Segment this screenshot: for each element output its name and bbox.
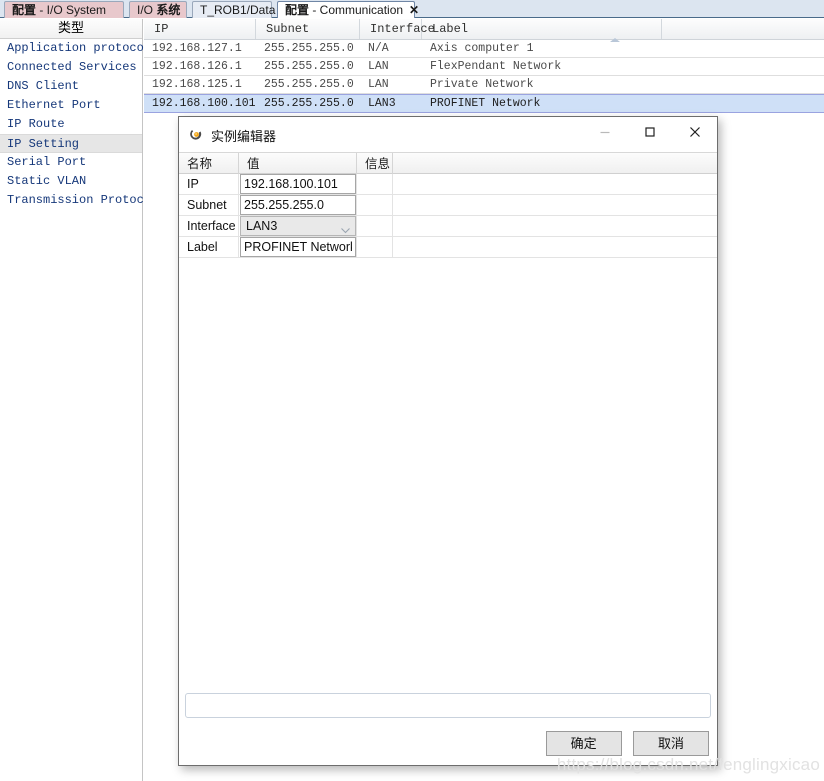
tab-label-cn: 配置 [285, 3, 310, 17]
tab-label-rest: - I/O System [36, 3, 107, 17]
table-row-selected[interactable]: 192.168.100.101 255.255.255.0 LAN3 PROFI… [144, 94, 824, 113]
cell-interface: N/A [368, 42, 389, 55]
dialog-table-header: 名称 值 信息 [179, 152, 717, 174]
field-cell-label [239, 237, 357, 257]
description-box[interactable] [185, 693, 711, 718]
dialog-row-ip: IP [179, 174, 717, 195]
cell-label: Private Network [430, 78, 534, 91]
maximize-button[interactable] [627, 117, 672, 147]
cell-label: Axis computer 1 [430, 42, 534, 55]
ip-input[interactable] [240, 174, 356, 194]
tab-label-prefix: I/O [137, 3, 157, 17]
interface-dropdown[interactable]: LAN3 [240, 216, 356, 236]
dialog-button-bar: 确定 取消 [538, 731, 709, 756]
sidebar-item-serial-port[interactable]: Serial Port [0, 153, 142, 172]
tab-label-rest: 系统 [156, 3, 181, 17]
instance-editor-dialog: 实例编辑器 名称 值 信息 IP Subnet Interface [178, 116, 718, 766]
tab-config-communication[interactable]: 配置 - Communication ✕ [277, 1, 419, 18]
label-input[interactable] [240, 237, 356, 257]
dialog-title: 实例编辑器 [211, 129, 277, 144]
cell-ip: 192.168.127.1 [152, 42, 242, 55]
table-header-row: IP Subnet Interface Label [144, 19, 824, 42]
field-label-label: Label [179, 237, 239, 257]
table-row[interactable]: 192.168.125.1 255.255.255.0 LAN Private … [144, 76, 824, 94]
tab-label: T_ROB1/Data [200, 3, 276, 17]
field-label-interface: Interface [179, 216, 239, 236]
field-label-ip: IP [179, 174, 239, 194]
field-cell-subnet [239, 195, 357, 215]
column-header-subnet[interactable]: Subnet [256, 19, 360, 39]
close-button[interactable] [672, 117, 717, 147]
cell-label: PROFINET Network [430, 97, 541, 110]
field-label-subnet: Subnet [179, 195, 239, 215]
cell-interface: LAN3 [368, 97, 396, 110]
field-cell-ip [239, 174, 357, 194]
tab-label-rest: - Communication [309, 3, 404, 17]
sidebar-item-transmission-protocol[interactable]: Transmission Protocol [0, 191, 158, 210]
dialog-column-header-info: 信息 [357, 153, 393, 174]
info-cell-ip [357, 174, 393, 194]
subnet-input[interactable] [240, 195, 356, 215]
tab-config-io-system[interactable]: 配置 - I/O System [4, 1, 124, 18]
tab-label-cn: 配置 [12, 3, 37, 17]
cell-subnet: 255.255.255.0 [264, 42, 354, 55]
cell-interface: LAN [368, 78, 389, 91]
filler-cell-interface [393, 216, 717, 236]
sidebar-header-type: 类型 [0, 19, 142, 39]
dialog-column-header-name: 名称 [179, 153, 239, 174]
sidebar-item-ethernet-port[interactable]: Ethernet Port [0, 96, 142, 115]
filler-cell-ip [393, 174, 717, 194]
sidebar-item-connected-services[interactable]: Connected Services [0, 58, 142, 77]
cell-subnet: 255.255.255.0 [264, 60, 354, 73]
sidebar-item-static-vlan[interactable]: Static VLAN [0, 172, 142, 191]
tab-io-system-cn[interactable]: I/O 系统 [129, 1, 187, 18]
filler-cell-subnet [393, 195, 717, 215]
instance-editor-icon [189, 127, 204, 142]
table-row[interactable]: 192.168.127.1 255.255.255.0 N/A Axis com… [144, 40, 824, 58]
dialog-column-header-value: 值 [239, 153, 357, 174]
chevron-down-icon [341, 223, 350, 237]
cell-ip: 192.168.126.1 [152, 60, 242, 73]
info-cell-label [357, 237, 393, 257]
cancel-button[interactable]: 取消 [633, 731, 709, 756]
info-cell-interface [357, 216, 393, 236]
sidebar-item-ip-route[interactable]: IP Route [0, 115, 142, 134]
tab-bar: 配置 - I/O System I/O 系统 T_ROB1/Data 配置 - … [0, 0, 824, 18]
dialog-row-interface: Interface LAN3 [179, 216, 717, 237]
table-row[interactable]: 192.168.126.1 255.255.255.0 LAN FlexPend… [144, 58, 824, 76]
dialog-row-label: Label [179, 237, 717, 258]
ok-button[interactable]: 确定 [545, 731, 622, 756]
dialog-column-header-filler [393, 153, 717, 174]
column-header-interface[interactable]: Interface [360, 19, 435, 39]
minimize-button[interactable] [582, 117, 627, 147]
cell-interface: LAN [368, 60, 389, 73]
dialog-empty-area [179, 260, 717, 693]
info-cell-subnet [357, 195, 393, 215]
cell-subnet: 255.255.255.0 [264, 78, 354, 91]
cell-ip: 192.168.125.1 [152, 78, 242, 91]
interface-dropdown-value: LAN3 [246, 219, 278, 233]
column-header-label[interactable]: Label [422, 19, 662, 39]
dialog-title-bar[interactable]: 实例编辑器 [179, 117, 717, 152]
cell-label: FlexPendant Network [430, 60, 562, 73]
filler-cell-label [393, 237, 717, 257]
sidebar: 类型 Application protocol Connected Servic… [0, 19, 158, 781]
sidebar-item-application-protocol[interactable]: Application protocol [0, 39, 151, 58]
sidebar-item-dns-client[interactable]: DNS Client [0, 77, 142, 96]
cell-subnet: 255.255.255.0 [264, 97, 354, 110]
tab-t-rob1-data[interactable]: T_ROB1/Data [192, 1, 276, 18]
sidebar-item-ip-setting[interactable]: IP Setting [0, 134, 142, 153]
cell-ip: 192.168.100.101 [152, 97, 256, 110]
dialog-row-subnet: Subnet [179, 195, 717, 216]
tab-close-icon[interactable]: ✕ [409, 3, 419, 17]
column-header-ip[interactable]: IP [144, 19, 256, 39]
field-cell-interface: LAN3 [239, 216, 357, 236]
